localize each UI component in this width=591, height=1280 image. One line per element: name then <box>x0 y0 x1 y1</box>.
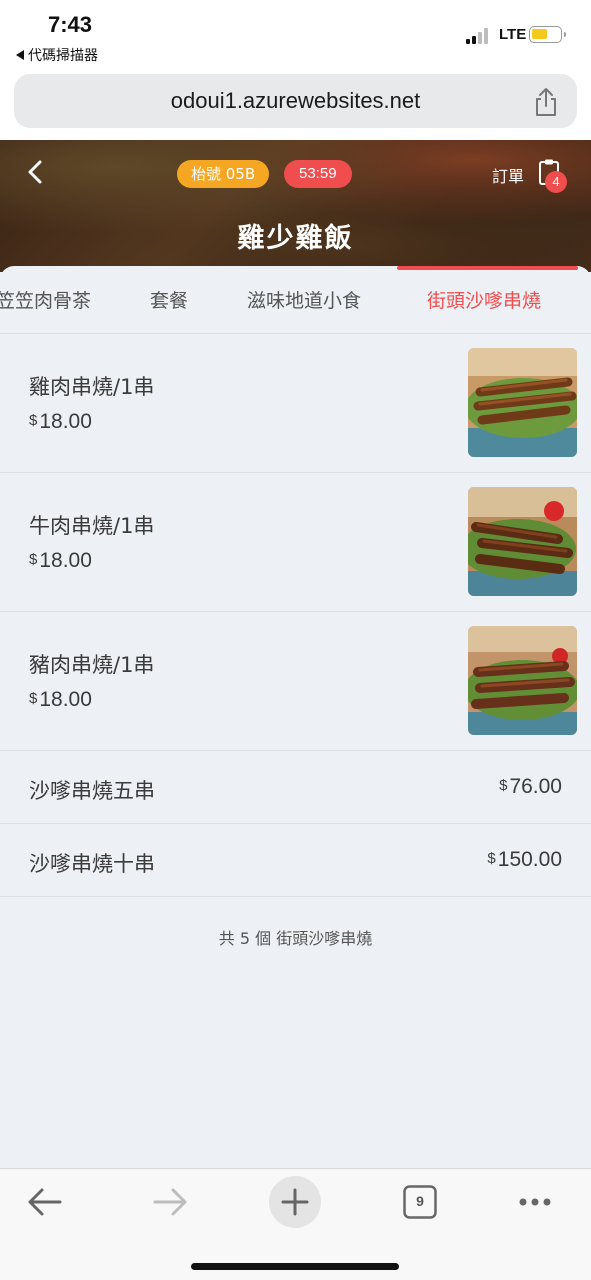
item-count-summary: 共 5 個 街頭沙嗲串燒 <box>218 929 373 948</box>
back-chevron-icon[interactable] <box>24 158 46 186</box>
menu-item[interactable]: 沙嗲串燒五串 $76.00 <box>0 751 591 824</box>
menu-item[interactable]: 雞肉串燒/1串 $18.00 <box>0 334 591 473</box>
url-text: odoui1.azurewebsites.net <box>170 88 421 113</box>
status-bar: 7:43 代碼掃描器 LTE <box>0 0 591 70</box>
item-name: 雞肉串燒/1串 <box>29 375 155 399</box>
back-to-app-link[interactable]: 代碼掃描器 <box>16 45 98 65</box>
item-price: $18.00 <box>29 410 92 433</box>
tabs-button[interactable]: 9 <box>393 1179 447 1225</box>
tab-category-4[interactable]: 街頭沙嗲串燒 <box>427 286 541 313</box>
battery-icon <box>529 26 566 43</box>
back-arrow-icon[interactable] <box>18 1179 72 1225</box>
share-icon[interactable] <box>531 86 561 118</box>
item-price: $18.00 <box>29 549 92 572</box>
item-name: 豬肉串燒/1串 <box>29 653 155 677</box>
network-type: LTE <box>499 26 527 43</box>
tab-category-2[interactable]: 套餐 <box>150 286 188 313</box>
menu-item[interactable]: 沙嗲串燒十串 $150.00 <box>0 824 591 897</box>
table-number-badge: 枱號 05B <box>177 160 270 188</box>
menu-item[interactable]: 豬肉串燒/1串 $18.00 <box>0 612 591 751</box>
restaurant-name: 雞少雞飯 <box>237 223 354 254</box>
forward-arrow-icon[interactable] <box>143 1179 197 1225</box>
restaurant-banner: 枱號 05B 53:59 訂單 4 雞少雞飯 <box>0 140 591 272</box>
tab-category-3[interactable]: 滋味地道小食 <box>247 286 361 313</box>
menu-panel: 笠笠肉骨茶 套餐 滋味地道小食 街頭沙嗲串燒 雞肉串燒/1串 $18.00 牛肉… <box>0 266 591 1168</box>
browser-toolbar: 9 <box>0 1168 591 1280</box>
item-price: $18.00 <box>29 688 92 711</box>
tab-count: 9 <box>416 1193 424 1209</box>
browser-address-area: odoui1.azurewebsites.net <box>0 70 591 140</box>
session-timer-badge: 53:59 <box>284 160 352 188</box>
more-options-icon[interactable] <box>508 1179 562 1225</box>
home-indicator <box>191 1263 399 1270</box>
new-tab-plus-icon[interactable] <box>268 1175 322 1229</box>
tab-category-1[interactable]: 笠笠肉骨茶 <box>0 286 91 313</box>
order-label[interactable]: 訂單 <box>492 163 524 187</box>
status-time: 7:43 <box>48 12 93 37</box>
back-app-label: 代碼掃描器 <box>28 48 98 64</box>
menu-item[interactable]: 牛肉串燒/1串 $18.00 <box>0 473 591 612</box>
active-tab-indicator <box>397 266 578 270</box>
order-count-badge: 4 <box>545 171 567 193</box>
item-name: 沙嗲串燒十串 <box>29 852 155 876</box>
signal-icon <box>466 28 492 44</box>
chicken-skewer-image[interactable] <box>468 348 577 457</box>
item-price: $76.00 <box>499 775 562 798</box>
back-triangle-icon <box>16 50 24 60</box>
url-bar[interactable]: odoui1.azurewebsites.net <box>14 74 577 128</box>
beef-skewer-image[interactable] <box>468 487 577 596</box>
item-price: $150.00 <box>487 848 562 871</box>
item-name: 牛肉串燒/1串 <box>29 514 155 538</box>
item-name: 沙嗲串燒五串 <box>29 779 155 803</box>
category-tabs: 笠笠肉骨茶 套餐 滋味地道小食 街頭沙嗲串燒 <box>0 266 591 334</box>
pork-skewer-image[interactable] <box>468 626 577 735</box>
